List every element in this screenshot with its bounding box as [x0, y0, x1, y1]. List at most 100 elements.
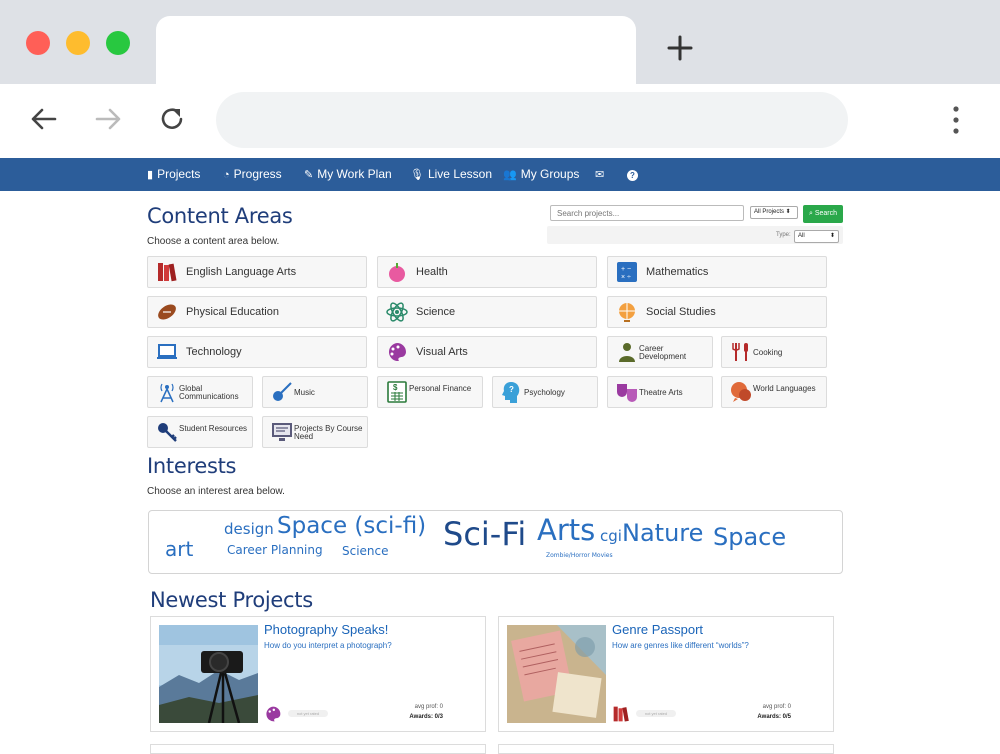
pencil-icon: ✎	[304, 169, 314, 181]
tile-mathematics[interactable]: + − × ÷ Mathematics	[607, 256, 827, 288]
calculator-icon: + −× ÷	[617, 262, 637, 282]
project-photo	[159, 625, 258, 723]
content-areas-subtitle: Choose a content area below.	[147, 236, 280, 247]
address-bar[interactable]	[216, 92, 848, 148]
minimize-window-button[interactable]	[66, 31, 90, 55]
tile-physical-education[interactable]: Physical Education	[147, 296, 367, 328]
apple-icon	[389, 263, 405, 282]
interest-tag[interactable]: art	[165, 537, 193, 561]
browser-menu-icon[interactable]	[944, 104, 968, 136]
forward-arrow-icon[interactable]	[92, 103, 124, 135]
avg-proficiency: avg prof: 0	[414, 704, 443, 710]
browser-tab[interactable]	[156, 16, 636, 84]
interest-tag[interactable]: Zombie/Horror Movies	[546, 552, 613, 559]
speech-bubbles-icon	[731, 382, 751, 402]
books-icon	[158, 263, 177, 282]
project-card[interactable]	[498, 744, 834, 754]
tile-projects-by-course-need[interactable]: Projects By Course Need	[262, 416, 368, 448]
nav-projects[interactable]: ▮ Projects	[147, 158, 200, 191]
tile-career-development[interactable]: Career Development	[607, 336, 713, 368]
head-icon: ?	[502, 382, 520, 403]
project-question: How are genres like different “worlds”?	[612, 641, 749, 650]
nav-messages[interactable]: ✉	[595, 158, 608, 191]
project-title[interactable]: Genre Passport	[612, 622, 703, 637]
antenna-icon	[160, 383, 174, 403]
tile-english-language-arts[interactable]: English Language Arts	[147, 256, 367, 288]
svg-text:$: $	[393, 383, 398, 392]
awards-count: Awards: 0/3	[409, 714, 443, 720]
tile-student-resources[interactable]: Student Resources	[147, 416, 253, 448]
project-card[interactable]: Genre Passport How are genres like diffe…	[498, 616, 834, 732]
interest-tag[interactable]: cgi	[600, 527, 622, 545]
nav-my-groups[interactable]: 👥 My Groups	[503, 158, 579, 191]
nav-help[interactable]: ?	[627, 158, 642, 191]
project-question: How do you interpret a photograph?	[264, 641, 392, 650]
key-icon	[158, 423, 177, 442]
tile-music[interactable]: Music	[262, 376, 368, 408]
books-icon	[613, 706, 629, 722]
project-card[interactable]: Photography Speaks! How do you interpret…	[150, 616, 486, 732]
nav-live-lesson[interactable]: 🎙 Live Lesson	[410, 158, 492, 191]
interest-tag[interactable]: Science	[342, 544, 389, 558]
microphone-icon: 🎙	[410, 169, 424, 181]
reload-icon[interactable]	[156, 103, 188, 135]
interest-tag[interactable]: Sci-Fi	[443, 515, 526, 553]
interests-title: Interests	[147, 454, 237, 478]
interest-tag[interactable]: Career Planning	[227, 543, 323, 557]
tile-psychology[interactable]: ? Psychology	[492, 376, 598, 408]
awards-count: Awards: 0/5	[757, 714, 791, 720]
interest-tag[interactable]: Space	[713, 523, 786, 551]
new-tab-plus-icon[interactable]	[664, 32, 696, 64]
tile-theatre-arts[interactable]: Theatre Arts	[607, 376, 713, 408]
avg-proficiency: avg prof: 0	[762, 704, 791, 710]
site-navbar: ▮ Projects ◔ Progress ✎ My Work Plan 🎙 Live …	[0, 158, 1000, 191]
palette-icon	[266, 706, 281, 722]
tile-health[interactable]: Health	[377, 256, 597, 288]
businessman-icon	[619, 343, 635, 362]
tile-personal-finance[interactable]: $ Personal Finance	[377, 376, 483, 408]
svg-text:+ −: + −	[621, 266, 631, 273]
interest-tag-cloud: art design Space (sci-fi) Career Plannin…	[148, 510, 843, 574]
tile-cooking[interactable]: Cooking	[721, 336, 827, 368]
interest-tag[interactable]: design	[224, 520, 274, 538]
interest-tag[interactable]: Space (sci-fi)	[277, 513, 426, 539]
interest-tag[interactable]: Arts	[537, 513, 595, 547]
palette-icon	[388, 343, 407, 362]
project-photo	[507, 625, 606, 723]
question-icon: ?	[627, 170, 638, 181]
back-arrow-icon[interactable]	[28, 103, 60, 135]
masks-icon	[617, 384, 637, 402]
search-input[interactable]	[550, 205, 744, 221]
search-button[interactable]: ⌕ Search	[803, 205, 843, 223]
globe-icon	[619, 303, 635, 322]
interest-tag[interactable]: Nature	[622, 519, 703, 547]
type-label: Type:	[776, 232, 791, 238]
nav-progress[interactable]: ◔ Progress	[223, 158, 282, 191]
utensils-icon	[732, 343, 748, 361]
type-select[interactable]: All ⬍	[794, 230, 839, 243]
tile-social-studies[interactable]: Social Studies	[607, 296, 827, 328]
calculator-dollar-icon: $	[387, 381, 407, 403]
tile-global-communications[interactable]: Global Communications	[147, 376, 253, 408]
tile-technology[interactable]: Technology	[147, 336, 367, 368]
svg-text:?: ?	[509, 385, 514, 394]
monitor-icon	[272, 423, 292, 441]
guitar-icon	[273, 382, 292, 401]
project-scope-select[interactable]: All Projects ⬍	[750, 206, 798, 219]
svg-text:× ÷: × ÷	[621, 274, 631, 281]
chevron-down-icon: ⬍	[829, 233, 835, 239]
atom-icon	[386, 302, 408, 322]
search-icon: ⌕	[808, 210, 813, 217]
maximize-window-button[interactable]	[106, 31, 130, 55]
close-window-button[interactable]	[26, 31, 50, 55]
project-card[interactable]	[150, 744, 486, 754]
rating-status-badge: not yet rated	[636, 710, 676, 717]
content-areas-title: Content Areas	[147, 204, 293, 228]
tile-visual-arts[interactable]: Visual Arts	[377, 336, 597, 368]
tile-world-languages[interactable]: World Languages	[721, 376, 827, 408]
tile-science[interactable]: Science	[377, 296, 597, 328]
newest-projects-title: Newest Projects	[150, 588, 313, 612]
nav-work-plan[interactable]: ✎ My Work Plan	[304, 158, 392, 191]
project-title[interactable]: Photography Speaks!	[264, 622, 388, 637]
interests-subtitle: Choose an interest area below.	[147, 486, 285, 497]
